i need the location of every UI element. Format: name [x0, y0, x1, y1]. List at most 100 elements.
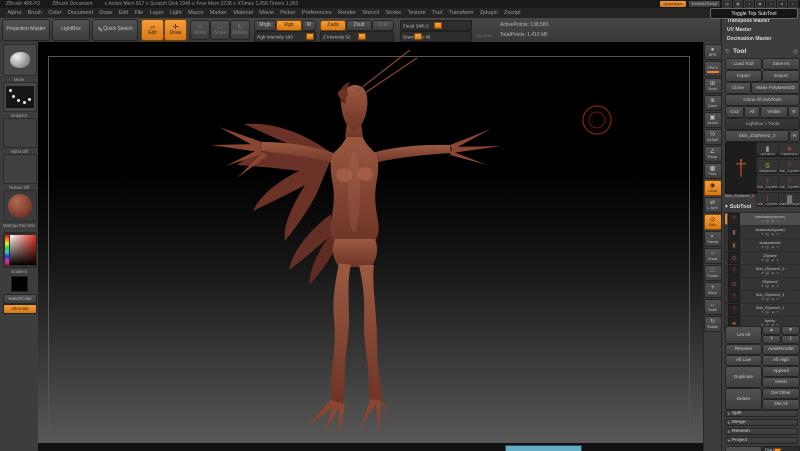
sculpt-icon[interactable]: ▲: [771, 284, 775, 288]
sculpt-icon[interactable]: ▲: [771, 232, 775, 236]
user-icon[interactable]: ◉: [755, 0, 765, 8]
lightbox-button[interactable]: LightBox: [52, 19, 90, 41]
goz-all-button[interactable]: All: [744, 106, 760, 118]
sculpt-icon[interactable]: ▲: [771, 297, 775, 301]
menu-item[interactable]: Alpha: [4, 10, 24, 16]
menu-item[interactable]: Zplugin: [477, 10, 501, 16]
subtool-header[interactable]: ▾ SubTool: [725, 202, 798, 211]
current-stroke-thumbnail[interactable]: [3, 82, 37, 112]
insert-button[interactable]: Insert: [762, 377, 800, 388]
del-all-button[interactable]: Del All: [762, 399, 800, 410]
save-as-button[interactable]: Save As: [762, 58, 800, 70]
more-icon[interactable]: ≡: [777, 245, 779, 249]
paint-icon[interactable]: ▤: [766, 219, 769, 223]
tool-item[interactable]: S SimpleBrush: [756, 158, 779, 174]
rgb-button[interactable]: Rgb: [276, 20, 302, 31]
subtool-top-button[interactable]: ⇑: [762, 335, 781, 344]
lightbox-tools-button[interactable]: Lightbox > Tools: [725, 118, 800, 130]
subtool-down-button[interactable]: ▼: [781, 326, 800, 335]
tool-item[interactable]: † Skin_ZSphere2_1: [778, 158, 800, 174]
split-section[interactable]: ▸ Split: [725, 410, 798, 417]
paint-icon[interactable]: ▤: [766, 284, 769, 288]
current-texture-thumbnail[interactable]: [3, 154, 37, 184]
subtool-bottom-button[interactable]: ⇓: [781, 335, 800, 344]
merge-section[interactable]: ▸ Merge: [725, 419, 798, 426]
gyro-rotate-button[interactable]: ↻ Rotate: [230, 20, 250, 40]
duplicate-button[interactable]: Duplicate: [725, 366, 762, 388]
quicksave-button[interactable]: QuickSave: [659, 0, 687, 8]
color-picker[interactable]: [3, 232, 37, 268]
focal-shift-slider[interactable]: Focal Shift 0: [400, 20, 472, 31]
quick-sketch-button[interactable]: ✎ Quick Sketch: [92, 19, 138, 41]
menu-item[interactable]: Tool: [429, 10, 445, 16]
active-tool-button[interactable]: Skin_ZSphere2_3: [725, 130, 789, 142]
more-icon[interactable]: ≡: [777, 284, 779, 288]
zsub-button[interactable]: Zsub: [346, 20, 372, 31]
menu-item[interactable]: Texture: [404, 10, 428, 16]
decimation-master-row[interactable]: Decimation Master: [725, 36, 800, 44]
menus-icon[interactable]: ▲: [777, 0, 787, 8]
menu-item[interactable]: Layer: [147, 10, 167, 16]
help-icon[interactable]: ?: [766, 0, 776, 8]
zcut-button[interactable]: Zcut: [372, 20, 394, 31]
menu-item[interactable]: Render: [335, 10, 359, 16]
eye-icon[interactable]: ●: [761, 297, 763, 301]
menu-item[interactable]: Movie: [256, 10, 277, 16]
clone-all-subtools-button[interactable]: Clone All SubTools: [725, 94, 800, 106]
sculpt-icon[interactable]: ▲: [771, 271, 775, 275]
hue-strip[interactable]: [4, 235, 9, 265]
paint-icon[interactable]: ▤: [766, 258, 769, 262]
delete-button[interactable]: Delete: [725, 388, 762, 410]
lsym-button[interactable]: ⇄ L.Sym: [703, 197, 722, 213]
menu-item[interactable]: Color: [45, 10, 65, 16]
z-intensity-slider[interactable]: Z Intensity 52: [320, 31, 394, 42]
color-profile-icon[interactable]: ◑: [744, 0, 754, 8]
rgb-intensity-slider[interactable]: Rgb Intensity 100: [254, 31, 316, 42]
floor-button[interactable]: ▦ Floor: [703, 163, 722, 179]
scale-button[interactable]: ↔ Scale: [703, 299, 722, 315]
menu-item[interactable]: Transform: [445, 10, 476, 16]
sculpt-icon[interactable]: ▲: [771, 310, 775, 314]
make-polymesh3d-button[interactable]: Make PolyMesh3D: [751, 82, 800, 94]
draw-size-slider[interactable]: Draw Size 46: [400, 31, 472, 42]
goz-button[interactable]: GoZ: [725, 106, 744, 118]
menu-item[interactable]: Light: [167, 10, 185, 16]
menu-item[interactable]: Stroke: [382, 10, 404, 16]
main-color-swatch[interactable]: [10, 276, 28, 292]
autoreorder-button[interactable]: AutoReorder: [762, 344, 800, 355]
menu-item[interactable]: Brush: [24, 10, 45, 16]
current-material-thumbnail[interactable]: [3, 190, 37, 222]
append-button[interactable]: Append: [762, 366, 800, 377]
menu-item[interactable]: Zscript: [501, 10, 524, 16]
sculpt-icon[interactable]: ▲: [771, 219, 775, 223]
document-canvas[interactable]: [38, 42, 703, 443]
eye-icon[interactable]: ●: [761, 245, 763, 249]
projection-master-button[interactable]: Projection Master: [2, 19, 50, 41]
palette-menu-icon[interactable]: ◎: [793, 48, 798, 55]
menu-item[interactable]: Marker: [207, 10, 231, 16]
menu-item[interactable]: Edit: [115, 10, 131, 16]
more-icon[interactable]: ≡: [777, 219, 779, 223]
rename-button[interactable]: Rename: [725, 344, 762, 355]
panels-icon[interactable]: ▤: [722, 0, 732, 8]
eye-icon[interactable]: ●: [761, 232, 763, 236]
ghost-button[interactable]: ○ Ghost: [703, 248, 722, 264]
tool-item[interactable]: † Skin_ZSphere2: [778, 175, 800, 191]
uv-master-row[interactable]: UV Master: [725, 27, 800, 35]
list-all-button[interactable]: List All: [725, 326, 762, 344]
paint-icon[interactable]: ▤: [766, 245, 769, 249]
project-section[interactable]: ▾ Project: [725, 437, 798, 444]
scroll-button[interactable]: ⊞ Scroll: [703, 78, 722, 94]
move-button[interactable]: + Move: [703, 282, 722, 298]
more-icon[interactable]: ≡: [777, 271, 779, 275]
current-tool-preview[interactable]: †: [725, 142, 757, 194]
local-button[interactable]: ◉ Local: [703, 180, 722, 196]
more-icon[interactable]: ≡: [777, 258, 779, 262]
export-button[interactable]: Export: [762, 70, 800, 82]
current-alpha-thumbnail[interactable]: [3, 118, 37, 148]
eye-icon[interactable]: ●: [761, 284, 763, 288]
project-all-button[interactable]: ProjectAll: [725, 446, 762, 451]
frame-button[interactable]: □ Frame: [703, 265, 722, 281]
edit-button[interactable]: ▱ Edit: [141, 19, 164, 41]
subtool-row[interactable]: ▮ shadowbox(pants) ● ▤ ▲ ≡: [725, 226, 800, 239]
